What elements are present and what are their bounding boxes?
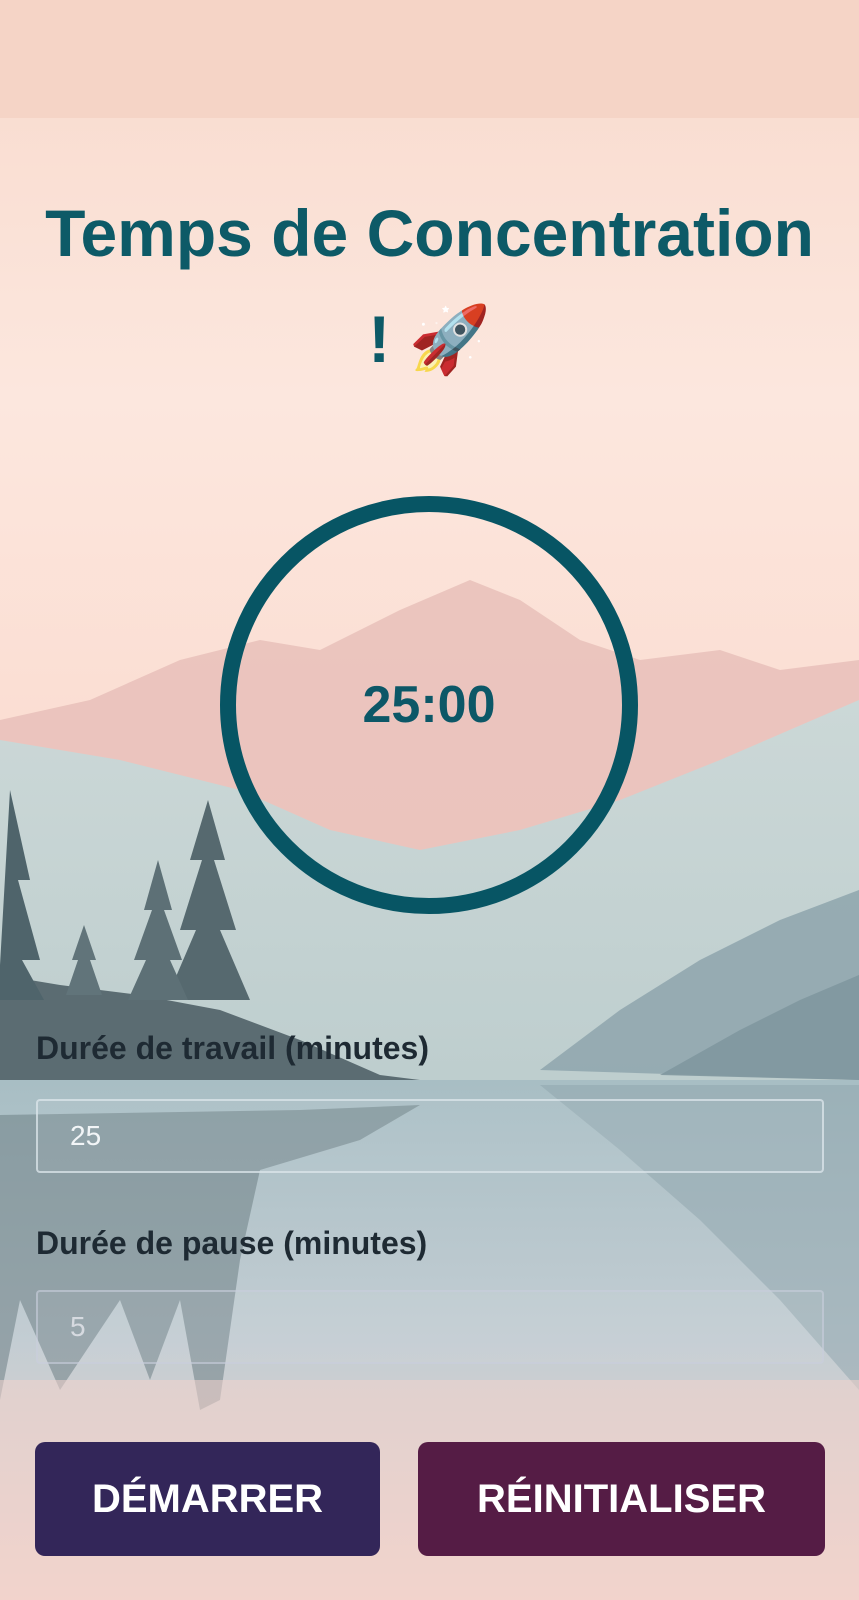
title-line-2: ! 🚀 xyxy=(368,302,491,376)
title-line-1: Temps de Concentration xyxy=(45,196,814,270)
break-duration-input[interactable] xyxy=(36,1290,824,1364)
reset-button[interactable]: RÉINITIALISER xyxy=(418,1442,825,1556)
break-duration-label: Durée de pause (minutes) xyxy=(36,1225,428,1261)
work-duration-input[interactable] xyxy=(36,1099,824,1173)
start-button[interactable]: DÉMARRER xyxy=(35,1442,380,1556)
timer-display: 25:00 xyxy=(362,676,496,734)
page-title: Temps de Concentration ! 🚀 xyxy=(0,180,859,392)
work-duration-label: Durée de travail (minutes) xyxy=(36,1030,429,1066)
